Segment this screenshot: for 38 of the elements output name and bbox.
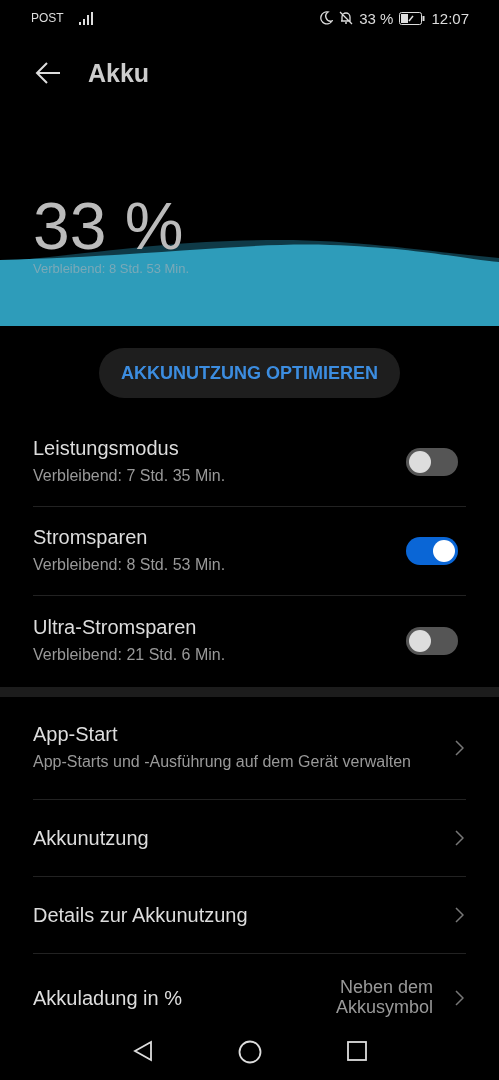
home-nav-icon[interactable] xyxy=(237,1040,262,1064)
mode-title: Stromsparen xyxy=(33,526,149,550)
carrier-name: POST xyxy=(31,11,64,25)
settings-item[interactable]: Details zur Akkunutzung xyxy=(33,877,466,954)
setting-value: Neben dem Akkusymbol xyxy=(334,978,433,1018)
mode-subtitle: Verbleibend: 21 Std. 6 Min. xyxy=(33,644,227,665)
mode-title: Ultra-Stromsparen xyxy=(33,615,198,639)
back-nav-icon[interactable] xyxy=(131,1040,154,1062)
setting-title: Akkuladung in % xyxy=(33,986,183,1010)
chevron-icon xyxy=(455,990,464,1006)
settings-item[interactable]: Akkuladung in % Neben dem Akkusymbol xyxy=(33,954,466,1042)
setting-title: Details zur Akkunutzung xyxy=(33,903,249,927)
settings-item[interactable]: App-Start App-Starts und -Ausführung auf dem Gerät verwalten xyxy=(33,697,466,800)
toggle-switch[interactable] xyxy=(406,537,458,565)
page-title: Akku xyxy=(88,58,150,88)
recents-nav-icon[interactable] xyxy=(345,1040,368,1062)
setting-title: Akkunutzung xyxy=(33,826,150,850)
battery-level-text: 33 % xyxy=(33,193,185,259)
clock-time: 12:07 xyxy=(431,9,469,27)
signal-icon xyxy=(77,11,94,25)
settings-item[interactable]: Akkunutzung xyxy=(33,800,466,877)
toggle-switch[interactable] xyxy=(406,448,458,476)
mode-title: Leistungsmodus xyxy=(33,437,180,461)
toggle-switch[interactable] xyxy=(406,626,458,655)
muted-bell-icon xyxy=(339,11,354,25)
optimize-button[interactable]: AKKUNUTZUNG OPTIMIEREN xyxy=(99,348,400,398)
chevron-icon xyxy=(455,830,464,846)
chevron-icon xyxy=(455,907,464,923)
mode-subtitle: Verbleibend: 8 Std. 53 Min. xyxy=(33,555,227,576)
setting-subtitle: App-Starts und -Ausführung auf dem Gerät verwalten xyxy=(33,752,412,773)
battery-icon xyxy=(399,11,426,25)
battery-percent: 33 % xyxy=(359,9,394,27)
remaining-time: Verbleibend: 8 Std. 53 Min. xyxy=(33,261,191,276)
mode-subtitle: Verbleibend: 7 Std. 35 Min. xyxy=(33,466,227,487)
back-button[interactable] xyxy=(34,61,62,85)
moon-icon xyxy=(320,11,334,25)
chevron-icon xyxy=(455,740,464,756)
setting-title: App-Start xyxy=(33,723,119,747)
